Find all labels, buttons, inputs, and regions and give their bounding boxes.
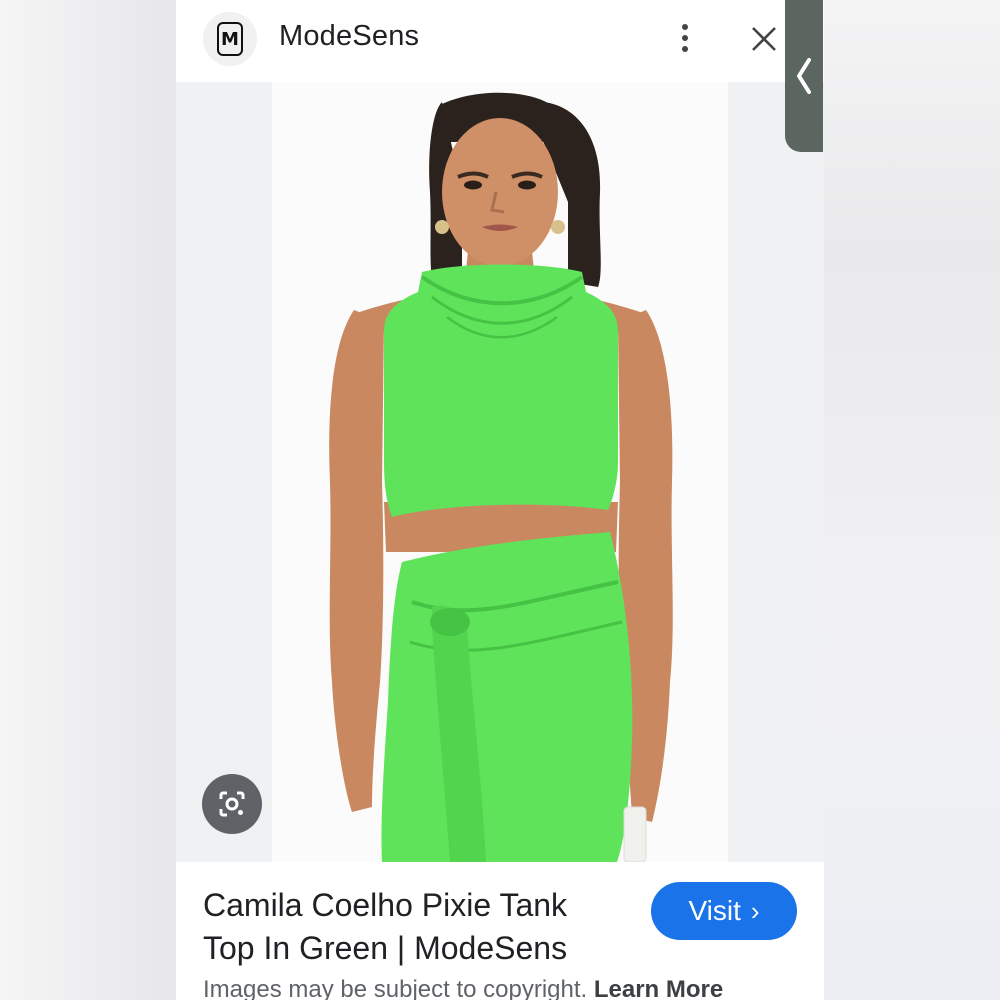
visit-label: Visit: [688, 895, 741, 926]
image-preview-area: [176, 82, 824, 862]
image-result-panel: M ModeSens Camila Coelho Pixie Tank Top …: [176, 0, 824, 1000]
site-logo[interactable]: M: [203, 12, 257, 66]
product-photo[interactable]: [272, 82, 728, 862]
panel-header: M ModeSens: [176, 0, 824, 82]
side-panel-handle[interactable]: [785, 0, 823, 152]
google-lens-icon: [219, 791, 245, 817]
lens-search-button[interactable]: [202, 774, 262, 834]
chevron-left-icon: [797, 58, 811, 94]
copyright-notice: Images may be subject to copyright. Lear…: [203, 976, 723, 1000]
result-caption: Camila Coelho Pixie Tank Top In Green | …: [176, 862, 824, 1000]
result-title[interactable]: Camila Coelho Pixie Tank Top In Green | …: [203, 884, 623, 970]
copyright-text: Images may be subject to copyright.: [203, 976, 588, 1000]
blurred-background-right: [824, 0, 1000, 1000]
close-icon: [752, 27, 776, 51]
visit-button[interactable]: Visit ›: [651, 882, 797, 940]
more-vert-icon: [682, 24, 688, 30]
site-name[interactable]: ModeSens: [279, 20, 419, 53]
model-illustration: [272, 82, 728, 862]
modesens-logo-icon: M: [217, 22, 243, 56]
close-button[interactable]: [746, 19, 782, 59]
more-options-button[interactable]: [672, 18, 698, 58]
blurred-background-left: [0, 0, 176, 1000]
learn-more-link[interactable]: Learn More: [594, 976, 723, 1000]
chevron-right-icon: ›: [750, 896, 760, 926]
